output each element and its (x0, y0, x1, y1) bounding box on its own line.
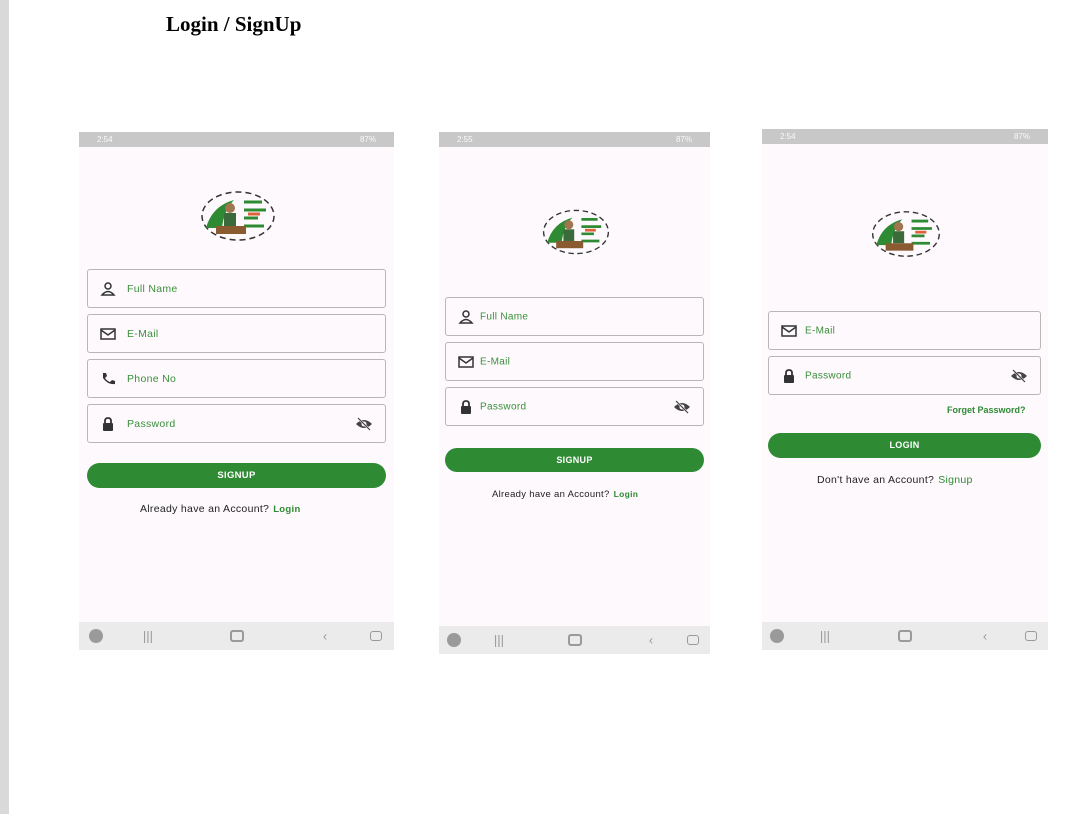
phone-placeholder: Phone No (127, 372, 177, 385)
lock-icon (784, 368, 794, 383)
status-bar: 2:55 87% (439, 132, 710, 147)
status-battery: 87% (1013, 132, 1030, 141)
recent-apps-icon[interactable]: ||| (820, 629, 830, 644)
document-left-edge (0, 0, 9, 814)
email-placeholder: E-Mail (805, 325, 836, 336)
home-icon[interactable] (230, 630, 244, 642)
email-input[interactable]: E-Mail (445, 342, 704, 381)
phone-input[interactable]: Phone No (87, 359, 386, 398)
password-input[interactable]: Password (768, 356, 1041, 395)
email-input[interactable]: E-Mail (768, 311, 1041, 350)
password-input[interactable]: Password (87, 404, 386, 443)
edge-panel-icon[interactable] (770, 629, 784, 643)
user-icon (100, 281, 116, 296)
mail-icon (458, 355, 474, 368)
mail-icon (781, 324, 797, 337)
edge-panel-icon[interactable] (89, 629, 103, 643)
signup-button[interactable]: SIGNUP (445, 448, 704, 472)
farmer-logo-icon (201, 191, 275, 241)
full-name-placeholder: Full Name (480, 311, 529, 322)
password-placeholder: Password (805, 370, 852, 381)
full-name-input[interactable]: Full Name (445, 297, 704, 336)
full-name-placeholder: Full Name (127, 282, 178, 295)
signup-link[interactable]: Signup (938, 474, 973, 486)
recent-apps-icon[interactable]: ||| (494, 633, 504, 648)
full-name-input[interactable]: Full Name (87, 269, 386, 308)
user-icon (458, 309, 474, 324)
eye-off-icon[interactable] (673, 399, 691, 414)
signup-button[interactable]: SIGNUP (87, 463, 386, 488)
home-icon[interactable] (898, 630, 912, 642)
status-bar: 2:54 87% (762, 129, 1048, 144)
status-battery: 87% (675, 135, 692, 144)
login-link[interactable]: Login (614, 489, 639, 499)
login-prompt-text: Already have an Account? (140, 503, 270, 515)
phone-screen-signup: 2:55 87% Full Name E-Mail Password SIGNU… (439, 132, 710, 654)
farmer-logo-icon (542, 209, 610, 255)
signup-prompt-text: Don't have an Account? (817, 474, 935, 486)
lock-icon (461, 399, 471, 414)
login-prompt-text: Already have an Account? (492, 489, 610, 500)
login-prompt: Already have an Account? Login (492, 489, 638, 500)
phone-screen-signup-full: 2:54 87% Full Name E-Mail Phone No Passw… (79, 132, 394, 650)
password-input[interactable]: Password (445, 387, 704, 426)
screenshot-icon[interactable] (687, 635, 699, 645)
farmer-logo-icon (872, 211, 940, 257)
status-time: 2:54 (780, 132, 796, 141)
password-placeholder: Password (127, 417, 176, 430)
recent-apps-icon[interactable]: ||| (143, 629, 153, 644)
document-title: Login / SignUp (166, 12, 302, 36)
lock-icon (103, 416, 113, 431)
back-icon[interactable]: ‹ (323, 629, 327, 644)
phone-icon (103, 372, 115, 384)
android-nav-bar: ||| ‹ (439, 626, 710, 654)
status-battery: 87% (359, 135, 376, 144)
back-icon[interactable]: ‹ (983, 629, 987, 644)
screenshot-icon[interactable] (370, 631, 382, 641)
screenshot-icon[interactable] (1025, 631, 1037, 641)
login-prompt: Already have an Account? Login (140, 503, 301, 515)
status-time: 2:54 (97, 135, 113, 144)
android-nav-bar: ||| ‹ (762, 622, 1048, 650)
mail-icon (100, 327, 116, 340)
login-link[interactable]: Login (273, 504, 300, 515)
edge-panel-icon[interactable] (447, 633, 461, 647)
eye-off-icon[interactable] (355, 416, 373, 431)
phone-screen-login: 2:54 87% E-Mail Password Forget Password… (762, 129, 1048, 650)
email-placeholder: E-Mail (480, 356, 511, 367)
eye-off-icon[interactable] (1010, 368, 1028, 383)
status-time: 2:55 (457, 135, 473, 144)
home-icon[interactable] (568, 634, 582, 646)
email-input[interactable]: E-Mail (87, 314, 386, 353)
login-button[interactable]: LOGIN (768, 433, 1041, 458)
status-bar: 2:54 87% (79, 132, 394, 147)
signup-prompt: Don't have an Account? Signup (817, 474, 973, 486)
android-nav-bar: ||| ‹ (79, 622, 394, 650)
email-placeholder: E-Mail (127, 327, 159, 340)
forgot-password-link[interactable]: Forget Password? (947, 405, 1026, 415)
back-icon[interactable]: ‹ (649, 633, 653, 648)
password-placeholder: Password (480, 401, 527, 412)
